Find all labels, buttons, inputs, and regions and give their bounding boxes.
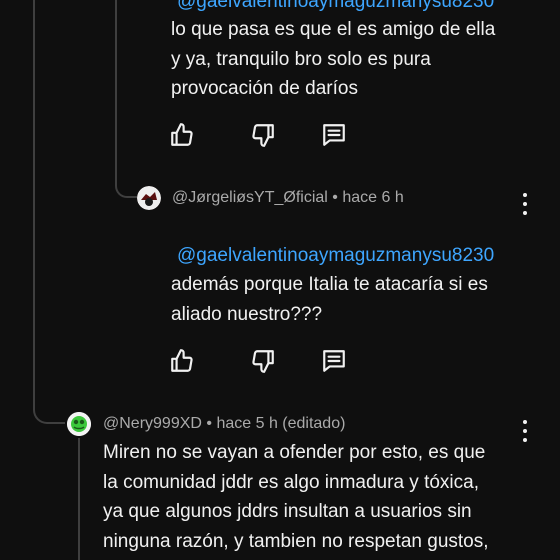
comment-text-line: ninguna razón, y tambien no respetan gus…: [103, 530, 489, 552]
reply-comment-icon: [323, 350, 345, 372]
thumbs-up-icon: [171, 123, 193, 146]
avatar-image: [137, 186, 161, 210]
more-vertical-icon: [523, 420, 527, 424]
comment-text-line: provocación de daríos: [171, 78, 358, 99]
like-button[interactable]: [167, 120, 197, 150]
thread-line-inner-curve: [115, 184, 139, 198]
thumbs-up-icon: [171, 349, 193, 372]
author-name[interactable]: @Nery999XD: [103, 415, 202, 432]
avatar[interactable]: [67, 412, 91, 436]
comment-text-line: Miren no se vayan a ofender por esto, es…: [103, 442, 486, 463]
more-options-button[interactable]: [519, 193, 531, 215]
comment-text: Miren no se vayan a ofender por esto, es…: [103, 438, 553, 556]
more-vertical-icon-dot: [523, 202, 527, 206]
avatar[interactable]: [137, 186, 161, 210]
thread-line-inner: [115, 0, 117, 186]
comment-text-line: y ya, tranquilo bro solo es pura: [171, 48, 431, 70]
comment-text: lo que pasa es que el es amigo de ella y…: [171, 15, 551, 104]
thread-line-outer-curve: [33, 408, 65, 424]
dislike-button[interactable]: [248, 120, 278, 150]
comment-text: además porque Italia te atacaría si es a…: [171, 270, 551, 329]
meta-separator: •: [201, 415, 217, 432]
comment-mention-link[interactable]: @gaelvalentinoaymaguzmanysu8230: [177, 245, 494, 267]
more-vertical-icon-dot: [523, 211, 527, 215]
reply-comment-icon: [323, 124, 345, 146]
thumbs-down-icon: [252, 124, 274, 147]
reply-button[interactable]: [319, 346, 349, 376]
avatar-image: [67, 412, 91, 436]
like-button[interactable]: [167, 346, 197, 376]
thread-line-third: [78, 438, 80, 560]
comment-text-line: ya que algunos jddrs insultan a usuarios…: [103, 501, 472, 522]
comment-header: @Nery999XD • hace 5 h (editado): [103, 415, 345, 433]
comment-mention-link[interactable]: @gaelvalentinoaymaguzmanysu8230: [177, 0, 494, 13]
more-vertical-icon-dot: [523, 429, 527, 433]
comment-timestamp: hace 5 h (editado): [216, 415, 346, 432]
comment-header: @JørgeliøsYT_Øficial • hace 6 h: [172, 189, 404, 207]
author-name[interactable]: @JørgeliøsYT_Øficial: [172, 189, 328, 206]
comment-text-line: aliado nuestro???: [171, 303, 323, 325]
comment-text-line: la comunidad jddr es algo inmadura y tóx…: [103, 471, 479, 493]
more-vertical-icon: [523, 193, 527, 197]
comment-timestamp: hace 6 h: [342, 189, 404, 206]
dislike-button[interactable]: [248, 346, 278, 376]
thumbs-down-icon: [252, 350, 274, 373]
reply-button[interactable]: [319, 120, 349, 150]
comment-text-line: lo que pasa es que el es amigo de ella: [171, 19, 496, 40]
comment-text-line: además porque Italia te atacaría si es: [171, 274, 488, 295]
thread-line-outer: [33, 0, 35, 410]
meta-separator: •: [327, 189, 343, 206]
